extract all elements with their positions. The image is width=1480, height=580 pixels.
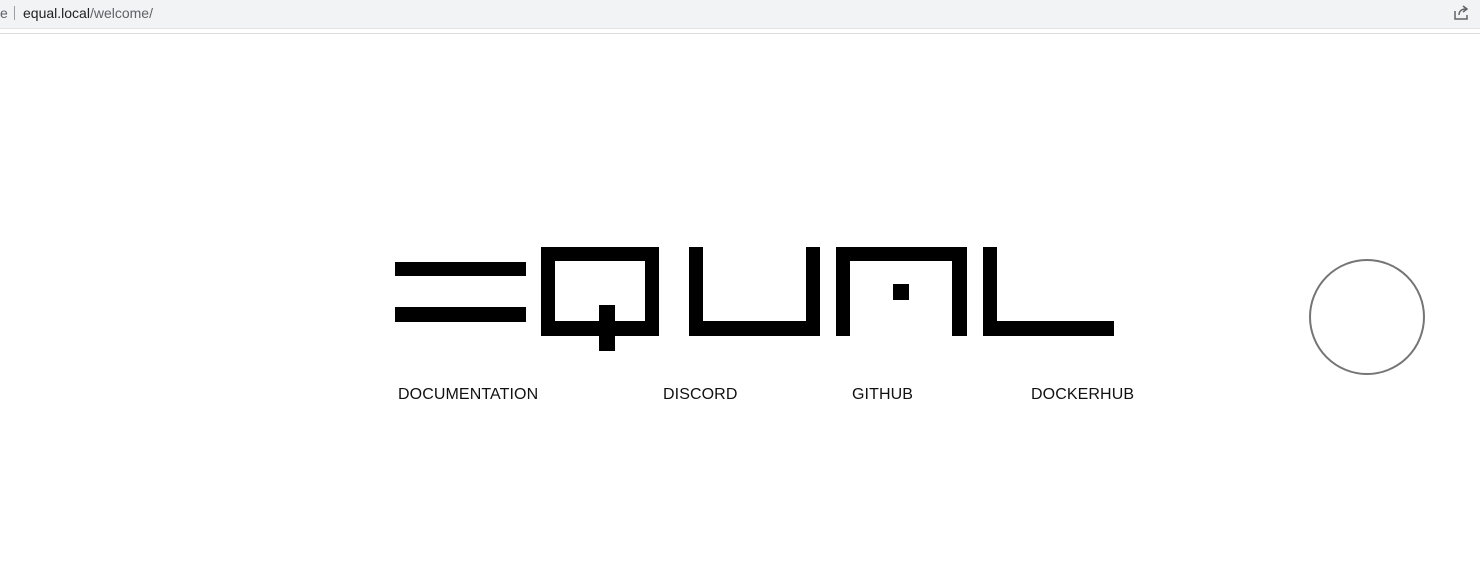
documentation-link[interactable]: DOCUMENTATION (398, 386, 538, 404)
address-bar-fragment: e (0, 5, 8, 21)
address-divider (14, 6, 15, 20)
discord-link[interactable]: DISCORD (663, 386, 737, 404)
toolbar-divider (0, 33, 1480, 34)
url-path: /welcome/ (89, 5, 153, 21)
share-icon[interactable] (1452, 4, 1470, 22)
url-host: equal.local (23, 5, 90, 21)
outline-circle (1309, 259, 1425, 375)
url-field[interactable]: equal.local/welcome/ (23, 5, 153, 21)
dockerhub-link[interactable]: DOCKERHUB (1031, 386, 1134, 404)
browser-address-bar[interactable]: e equal.local/welcome/ (0, 0, 1480, 29)
equal-logo (394, 247, 1116, 358)
github-link[interactable]: GITHUB (852, 386, 913, 404)
equal-logo-graphic (395, 247, 1114, 351)
